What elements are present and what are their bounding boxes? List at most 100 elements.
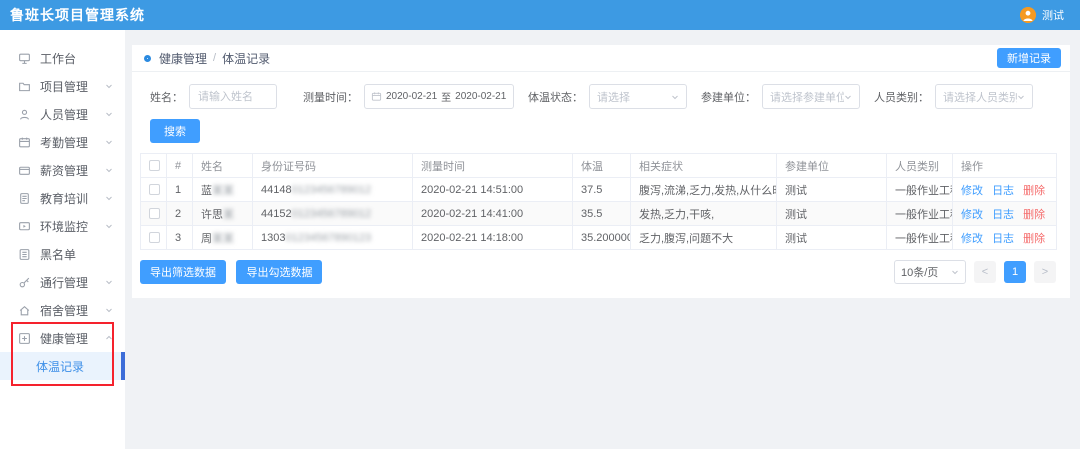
log-link[interactable]: 日志: [992, 233, 1014, 245]
sidebar-item-label: 工作台: [40, 50, 113, 67]
row-checkbox[interactable]: [149, 232, 160, 243]
sidebar-item-personnel[interactable]: 人员管理: [0, 100, 125, 128]
edit-link[interactable]: 修改: [961, 209, 983, 221]
cell-unit: 测试: [777, 202, 887, 226]
breadcrumb: 健康管理 / 体温记录 新增记录: [132, 45, 1070, 72]
cell-unit: 测试: [777, 226, 887, 250]
search-button[interactable]: 搜索: [150, 119, 200, 143]
cell-name: 周某某: [193, 226, 253, 250]
delete-link[interactable]: 删除: [1023, 233, 1045, 245]
cell-index: 1: [167, 178, 193, 202]
cell-id: 441480123456789012: [253, 178, 413, 202]
table-row: 2 许思某 441520123456789012 2020-02-21 14:4…: [141, 202, 1057, 226]
date-start-value[interactable]: 2020-02-21: [386, 91, 437, 102]
next-page-button[interactable]: >: [1034, 261, 1056, 283]
user-menu[interactable]: 测试: [1020, 7, 1064, 23]
breadcrumb-separator: /: [213, 52, 216, 64]
chevron-down-icon: [1017, 93, 1025, 101]
sidebar-item-workbench[interactable]: 工作台: [0, 44, 125, 72]
masked-text: 某: [223, 209, 234, 221]
table-row: 1 蓝某某 441480123456789012 2020-02-21 14:5…: [141, 178, 1057, 202]
cell-actions: 修改 日志 删除: [953, 226, 1057, 250]
status-filter-label: 体温状态：: [528, 89, 583, 105]
export-checked-button[interactable]: 导出勾选数据: [236, 260, 322, 284]
sidebar-subitem-temperature-record[interactable]: 体温记录: [0, 352, 125, 380]
masked-text: 某某: [212, 233, 234, 245]
name-filter-label: 姓名：: [150, 89, 183, 105]
edit-link[interactable]: 修改: [961, 185, 983, 197]
prev-page-button[interactable]: <: [974, 261, 996, 283]
personnel-category-select[interactable]: 请选择人员类别: [935, 84, 1033, 109]
temperature-status-select[interactable]: 请选择: [589, 84, 687, 109]
sidebar-item-access[interactable]: 通行管理: [0, 268, 125, 296]
delete-link[interactable]: 删除: [1023, 209, 1045, 221]
cell-time: 2020-02-21 14:18:00: [413, 226, 573, 250]
sidebar-item-label: 环境监控: [40, 218, 105, 235]
log-link[interactable]: 日志: [992, 185, 1014, 197]
page-size-value: 10条/页: [901, 264, 938, 280]
col-time: 测量时间: [413, 154, 573, 178]
table-footer: 导出筛选数据 导出勾选数据 10条/页 < 1 >: [140, 260, 1056, 284]
cell-time: 2020-02-21 14:41:00: [413, 202, 573, 226]
desktop-icon: [18, 52, 32, 65]
cell-category: 一般作业工种: [887, 202, 953, 226]
breadcrumb-section[interactable]: 健康管理: [159, 50, 207, 67]
page-1-button[interactable]: 1: [1004, 261, 1026, 283]
sidebar-item-health[interactable]: 健康管理: [0, 324, 125, 352]
col-actions: 操作: [953, 154, 1057, 178]
sidebar-item-salary[interactable]: 薪资管理: [0, 156, 125, 184]
row-checkbox[interactable]: [149, 208, 160, 219]
folder-icon: [18, 80, 32, 93]
sidebar-item-training[interactable]: 教育培训: [0, 184, 125, 212]
chevron-down-icon: [105, 194, 113, 202]
cell-id: 130301234567890123: [253, 226, 413, 250]
unit-filter-label: 参建单位：: [701, 89, 756, 105]
name-filter-input[interactable]: [189, 84, 277, 109]
cell-category: 一般作业工种: [887, 178, 953, 202]
user-name: 测试: [1042, 7, 1064, 23]
select-placeholder: 请选择: [597, 89, 630, 105]
sidebar-item-label: 黑名单: [40, 246, 113, 263]
sidebar-item-environment[interactable]: 环境监控: [0, 212, 125, 240]
sidebar-item-dormitory[interactable]: 宿舍管理: [0, 296, 125, 324]
table-header-row: # 姓名 身份证号码 测量时间 体温 相关症状 参建单位 人员类别 操作: [141, 154, 1057, 178]
main-content: 健康管理 / 体温记录 新增记录 姓名： 测量时间： 2020-02-21 至 …: [132, 45, 1070, 298]
cell-symptoms: 腹泻,流涕,乏力,发热,从什么时候开始: [631, 178, 777, 202]
table-row: 3 周某某 130301234567890123 2020-02-21 14:1…: [141, 226, 1057, 250]
cell-name: 许思某: [193, 202, 253, 226]
sidebar-subitem-label: 体温记录: [36, 358, 84, 375]
select-all-checkbox[interactable]: [149, 160, 160, 171]
pagination: 10条/页 < 1 >: [894, 260, 1056, 284]
log-link[interactable]: 日志: [992, 209, 1014, 221]
export-filtered-button[interactable]: 导出筛选数据: [140, 260, 226, 284]
edit-link[interactable]: 修改: [961, 233, 983, 245]
participating-unit-select[interactable]: 请选择参建单位: [762, 84, 860, 109]
app-title: 鲁班长项目管理系统: [10, 5, 145, 25]
cell-time: 2020-02-21 14:51:00: [413, 178, 573, 202]
chevron-down-icon: [105, 278, 113, 286]
filter-bar: 姓名： 测量时间： 2020-02-21 至 2020-02-21 体温状态： …: [150, 84, 1070, 109]
cell-temp: 35.5: [573, 202, 631, 226]
breadcrumb-dot-icon: [144, 55, 151, 62]
sidebar-item-project[interactable]: 项目管理: [0, 72, 125, 100]
chevron-down-icon: [105, 166, 113, 174]
date-range-picker[interactable]: 2020-02-21 至 2020-02-21: [364, 84, 514, 109]
key-icon: [18, 276, 32, 289]
chevron-down-icon: [105, 82, 113, 90]
row-checkbox[interactable]: [149, 184, 160, 195]
delete-link[interactable]: 删除: [1023, 185, 1045, 197]
chevron-down-icon: [951, 268, 959, 276]
category-filter-label: 人员类别：: [874, 89, 929, 105]
add-record-button[interactable]: 新增记录: [997, 48, 1061, 68]
health-icon: [18, 332, 32, 345]
cell-unit: 测试: [777, 178, 887, 202]
chevron-down-icon: [105, 306, 113, 314]
sidebar-item-attendance[interactable]: 考勤管理: [0, 128, 125, 156]
user-icon: [18, 108, 32, 121]
date-end-value[interactable]: 2020-02-21: [455, 91, 506, 102]
col-index: #: [167, 154, 193, 178]
page-size-select[interactable]: 10条/页: [894, 260, 966, 284]
cell-actions: 修改 日志 删除: [953, 178, 1057, 202]
sidebar-item-blacklist[interactable]: 黑名单: [0, 240, 125, 268]
masked-text: 某某: [212, 185, 234, 197]
